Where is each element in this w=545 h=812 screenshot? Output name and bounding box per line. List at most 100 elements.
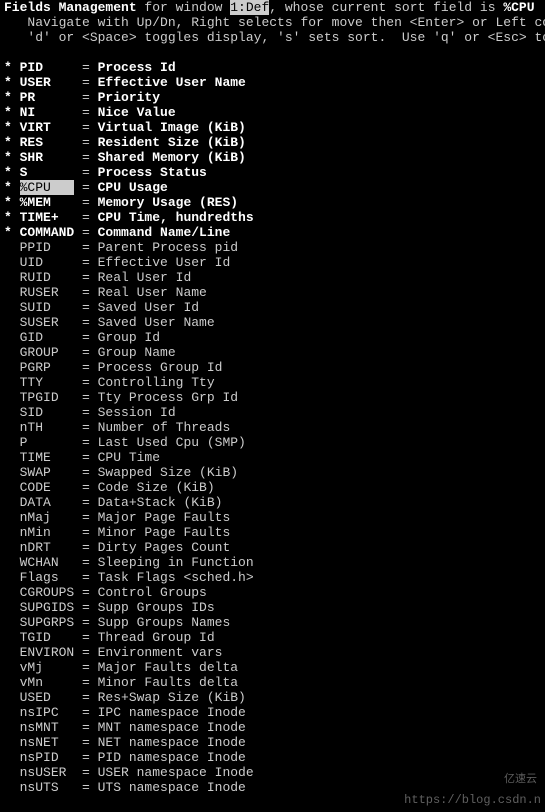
field-row-ndrt[interactable]: nDRT = Dirty Pages Count xyxy=(0,540,545,555)
field-row-p[interactable]: P = Last Used Cpu (SMP) xyxy=(0,435,545,450)
field-name: nTH xyxy=(20,420,75,435)
field-desc: Supp Groups Names xyxy=(98,615,231,630)
field-row-flags[interactable]: Flags = Task Flags <sched.h> xyxy=(0,570,545,585)
field-row-nsnet[interactable]: nsNET = NET namespace Inode xyxy=(0,735,545,750)
field-equals: = xyxy=(74,375,97,390)
field-equals: = xyxy=(74,285,97,300)
field-desc: Memory Usage (RES) xyxy=(98,195,238,210)
field-row-nsipc[interactable]: nsIPC = IPC namespace Inode xyxy=(0,705,545,720)
field-enabled-marker xyxy=(4,360,20,375)
field-row-suid[interactable]: SUID = Saved User Id xyxy=(0,300,545,315)
field-name: SHR xyxy=(20,150,75,165)
field-row-used[interactable]: USED = Res+Swap Size (KiB) xyxy=(0,690,545,705)
field-name: DATA xyxy=(20,495,75,510)
field-row-time[interactable]: * TIME+ = CPU Time, hundredths xyxy=(0,210,545,225)
field-enabled-marker xyxy=(4,435,20,450)
field-name: nDRT xyxy=(20,540,75,555)
field-row-sid[interactable]: SID = Session Id xyxy=(0,405,545,420)
field-name: %CPU xyxy=(20,180,75,195)
field-desc: Parent Process pid xyxy=(98,240,238,255)
field-equals: = xyxy=(74,570,97,585)
field-row-virt[interactable]: * VIRT = Virtual Image (KiB) xyxy=(0,120,545,135)
field-row-ppid[interactable]: PPID = Parent Process pid xyxy=(0,240,545,255)
field-enabled-marker xyxy=(4,570,20,585)
field-row-nsuser[interactable]: nsUSER = USER namespace Inode xyxy=(0,765,545,780)
field-enabled-marker: * xyxy=(4,195,20,210)
field-row-suser[interactable]: SUSER = Saved User Name xyxy=(0,315,545,330)
field-row-mem[interactable]: * %MEM = Memory Usage (RES) xyxy=(0,195,545,210)
field-row-shr[interactable]: * SHR = Shared Memory (KiB) xyxy=(0,150,545,165)
field-enabled-marker xyxy=(4,405,20,420)
field-desc: Priority xyxy=(98,90,160,105)
field-row-ruser[interactable]: RUSER = Real User Name xyxy=(0,285,545,300)
field-desc: Major Faults delta xyxy=(98,660,238,675)
field-name: SUSER xyxy=(20,315,75,330)
field-equals: = xyxy=(74,435,97,450)
field-desc: Virtual Image (KiB) xyxy=(98,120,246,135)
field-row-cgroups[interactable]: CGROUPS = Control Groups xyxy=(0,585,545,600)
field-row-swap[interactable]: SWAP = Swapped Size (KiB) xyxy=(0,465,545,480)
field-enabled-marker xyxy=(4,750,20,765)
field-equals: = xyxy=(74,690,97,705)
field-row-pr[interactable]: * PR = Priority xyxy=(0,90,545,105)
field-row-res[interactable]: * RES = Resident Size (KiB) xyxy=(0,135,545,150)
field-desc: Process Id xyxy=(98,60,176,75)
field-enabled-marker xyxy=(4,630,20,645)
field-row-supgrps[interactable]: SUPGRPS = Supp Groups Names xyxy=(0,615,545,630)
field-desc: USER namespace Inode xyxy=(98,765,254,780)
field-equals: = xyxy=(74,645,97,660)
field-row-data[interactable]: DATA = Data+Stack (KiB) xyxy=(0,495,545,510)
field-enabled-marker xyxy=(4,345,20,360)
field-row-code[interactable]: CODE = Code Size (KiB) xyxy=(0,480,545,495)
field-row-pgrp[interactable]: PGRP = Process Group Id xyxy=(0,360,545,375)
field-row-cpu[interactable]: * %CPU = CPU Usage xyxy=(0,180,545,195)
field-desc: CPU Time, hundredths xyxy=(98,210,254,225)
field-row-nmin[interactable]: nMin = Minor Page Faults xyxy=(0,525,545,540)
field-enabled-marker xyxy=(4,540,20,555)
field-name: USER xyxy=(20,75,75,90)
field-row-ni[interactable]: * NI = Nice Value xyxy=(0,105,545,120)
field-row-wchan[interactable]: WCHAN = Sleeping in Function xyxy=(0,555,545,570)
field-desc: Task Flags <sched.h> xyxy=(98,570,254,585)
field-row-tpgid[interactable]: TPGID = Tty Process Grp Id xyxy=(0,390,545,405)
field-row-tty[interactable]: TTY = Controlling Tty xyxy=(0,375,545,390)
field-row-vmn[interactable]: vMn = Minor Faults delta xyxy=(0,675,545,690)
field-row-vmj[interactable]: vMj = Major Faults delta xyxy=(0,660,545,675)
field-equals: = xyxy=(74,270,97,285)
field-row-s[interactable]: * S = Process Status xyxy=(0,165,545,180)
field-desc: Sleeping in Function xyxy=(98,555,254,570)
field-row-tgid[interactable]: TGID = Thread Group Id xyxy=(0,630,545,645)
field-row-nmaj[interactable]: nMaj = Major Page Faults xyxy=(0,510,545,525)
field-equals: = xyxy=(74,525,97,540)
field-row-nspid[interactable]: nsPID = PID namespace Inode xyxy=(0,750,545,765)
field-row-group[interactable]: GROUP = Group Name xyxy=(0,345,545,360)
field-desc: Number of Threads xyxy=(98,420,231,435)
field-row-ruid[interactable]: RUID = Real User Id xyxy=(0,270,545,285)
field-desc: Group Name xyxy=(98,345,176,360)
field-desc: MNT namespace Inode xyxy=(98,720,246,735)
field-name: Flags xyxy=(20,570,75,585)
field-desc: Real User Name xyxy=(98,285,207,300)
field-row-pid[interactable]: * PID = Process Id xyxy=(0,60,545,75)
field-name: SUPGRPS xyxy=(20,615,75,630)
field-row-user[interactable]: * USER = Effective User Name xyxy=(0,75,545,90)
field-row-environ[interactable]: ENVIRON = Environment vars xyxy=(0,645,545,660)
title: Fields Management xyxy=(4,0,137,15)
field-row-gid[interactable]: GID = Group Id xyxy=(0,330,545,345)
field-row-nsmnt[interactable]: nsMNT = MNT namespace Inode xyxy=(0,720,545,735)
field-equals: = xyxy=(74,180,97,195)
field-row-time[interactable]: TIME = CPU Time xyxy=(0,450,545,465)
field-name: COMMAND xyxy=(20,225,75,240)
fields-list[interactable]: * PID = Process Id* USER = Effective Use… xyxy=(0,60,545,795)
field-equals: = xyxy=(74,225,97,240)
field-desc: Effective User Id xyxy=(98,255,231,270)
field-enabled-marker xyxy=(4,375,20,390)
field-row-uid[interactable]: UID = Effective User Id xyxy=(0,255,545,270)
field-enabled-marker xyxy=(4,735,20,750)
field-enabled-marker xyxy=(4,465,20,480)
field-row-nth[interactable]: nTH = Number of Threads xyxy=(0,420,545,435)
field-row-command[interactable]: * COMMAND = Command Name/Line xyxy=(0,225,545,240)
field-name: GID xyxy=(20,330,75,345)
field-name: nMin xyxy=(20,525,75,540)
field-row-supgids[interactable]: SUPGIDS = Supp Groups IDs xyxy=(0,600,545,615)
